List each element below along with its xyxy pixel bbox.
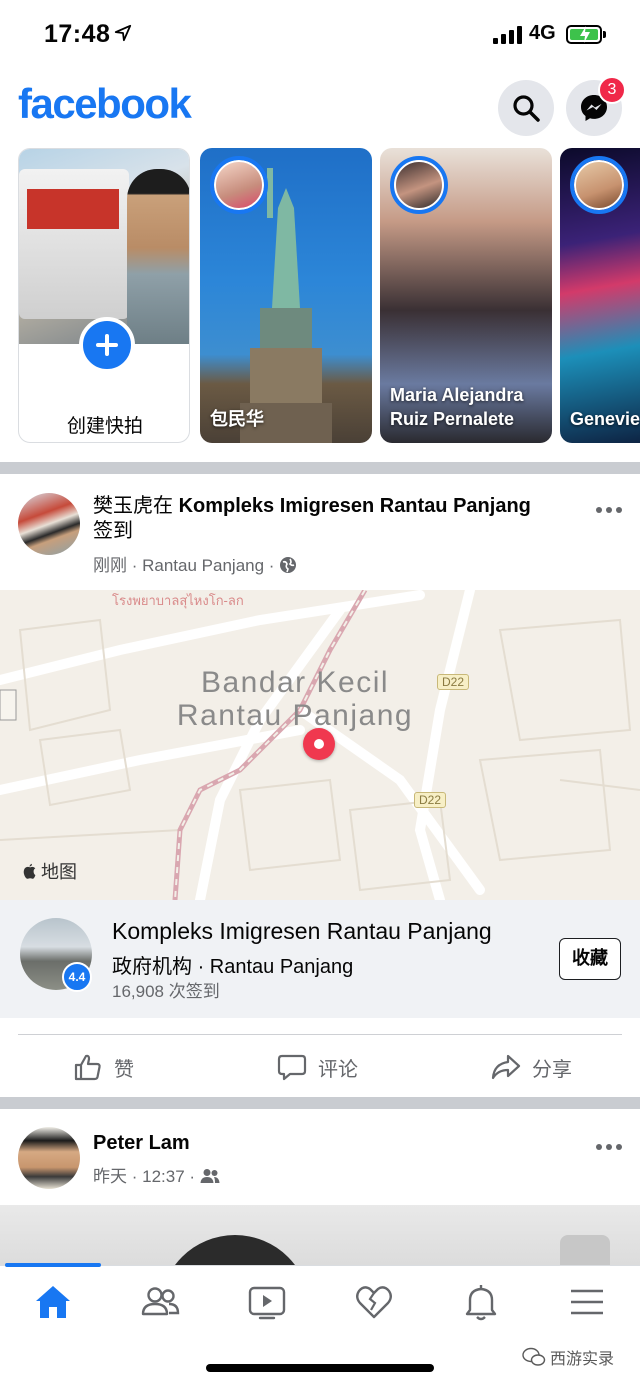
wechat-icon (522, 1347, 546, 1366)
share-icon (491, 1054, 521, 1080)
comment-label: 评论 (318, 1058, 358, 1081)
map-pin-icon (303, 728, 335, 760)
comment-icon (277, 1054, 307, 1081)
globe-icon (280, 557, 297, 573)
story-name: Maria Alejandra Ruiz Pernalete (390, 385, 524, 429)
signal-icon (493, 26, 523, 44)
post-actions-divider (18, 1034, 622, 1035)
tab-dating[interactable] (344, 1280, 404, 1330)
home-icon (36, 1286, 70, 1318)
facebook-logo[interactable]: facebook (18, 80, 192, 128)
feed-divider (0, 1097, 640, 1109)
post-actions: 赞 评论 分享 (0, 1040, 640, 1095)
like-label: 赞 (114, 1058, 134, 1081)
comment-button[interactable]: 评论 (276, 1050, 358, 1084)
stories-tray: 创建快拍 包民华 Maria Alejandra Ruiz Pernalete … (0, 148, 640, 448)
story-name: 包民华 (210, 409, 264, 429)
thumbs-up-icon (74, 1054, 101, 1081)
tab-friends[interactable] (130, 1280, 190, 1330)
tab-menu[interactable] (557, 1280, 617, 1330)
story-avatar (570, 156, 628, 214)
watermark: 西游实录 (522, 1345, 614, 1369)
tab-active-indicator (5, 1263, 101, 1267)
story-card[interactable]: Maria Alejandra Ruiz Pernalete (380, 148, 552, 443)
friends-icon (141, 1287, 180, 1316)
post-author-avatar[interactable] (18, 1127, 80, 1189)
video-icon (248, 1286, 286, 1320)
map-attribution-text: 地图 (41, 862, 78, 882)
post-more-button[interactable] (596, 1142, 626, 1152)
post-meta: 昨天 · 12:37 · (93, 1162, 220, 1187)
story-name: Genevie Capcap (570, 409, 640, 429)
post-action-text: 签到 (93, 520, 133, 542)
post-time[interactable]: 刚刚 (93, 556, 127, 575)
tab-home[interactable] (23, 1280, 83, 1330)
place-location: Rantau Panjang (209, 956, 354, 978)
network-label: 4G (529, 22, 556, 44)
create-story-card[interactable]: 创建快拍 (18, 148, 190, 443)
post-place-link[interactable]: Kompleks Imigresen Rantau Panjang (179, 495, 531, 517)
status-bar: 17:48 4G (0, 0, 640, 70)
battery-cap (603, 31, 606, 38)
battery-icon (566, 25, 602, 44)
map-poi-label: โรงพยาบาลสุไหงโก-ลก (112, 593, 244, 608)
create-story-photo (19, 149, 189, 344)
like-button[interactable]: 赞 (72, 1050, 134, 1084)
share-label: 分享 (532, 1058, 572, 1081)
post-author-name[interactable]: Peter Lam (93, 1131, 190, 1156)
home-indicator[interactable] (206, 1364, 434, 1372)
post-author-avatar[interactable] (18, 493, 80, 555)
search-button[interactable] (498, 80, 554, 136)
search-icon (513, 95, 540, 122)
messenger-badge: 3 (598, 76, 626, 104)
share-button[interactable]: 分享 (490, 1050, 572, 1084)
post-title: 樊玉虎在 Kompleks Imigresen Rantau Panjang 签… (93, 494, 531, 544)
story-card[interactable]: 包民华 (200, 148, 372, 443)
rating-badge: 4.4 (62, 962, 92, 992)
tab-watch[interactable] (237, 1280, 297, 1330)
friends-icon (200, 1169, 220, 1183)
post-author-name[interactable]: 樊玉虎在 (93, 495, 173, 517)
post-image[interactable] (0, 1205, 640, 1265)
add-story-icon[interactable] (79, 317, 135, 373)
story-avatar (390, 156, 448, 214)
story-avatar (210, 156, 268, 214)
watermark-text: 西游实录 (550, 1351, 615, 1368)
place-category: 政府机构 (112, 956, 192, 978)
post-more-button[interactable] (596, 505, 626, 515)
place-card[interactable]: Kompleks Imigresen Rantau Panjang 政府机构 ·… (0, 900, 640, 1018)
app-header: facebook (0, 70, 640, 148)
post-location[interactable]: Rantau Panjang (142, 556, 264, 575)
bell-icon (465, 1285, 497, 1321)
story-card[interactable]: Genevie Capcap (560, 148, 640, 443)
map-attribution: 地图 (22, 858, 77, 884)
status-time: 17:48 (44, 20, 111, 48)
location-arrow-icon (114, 24, 132, 42)
heart-icon (356, 1286, 392, 1319)
tab-notifications[interactable] (451, 1280, 511, 1330)
place-checkins: 16,908 次签到 (112, 982, 220, 1001)
menu-icon (571, 1289, 603, 1315)
save-button[interactable]: 收藏 (559, 938, 621, 980)
create-story-label: 创建快拍 (66, 416, 143, 437)
post-date[interactable]: 昨天 (93, 1167, 127, 1186)
feed-divider (0, 462, 640, 474)
post-time[interactable]: 12:37 (142, 1167, 185, 1186)
map-road-label: D22 (437, 674, 470, 690)
place-name[interactable]: Kompleks Imigresen Rantau Panjang (112, 918, 492, 945)
map-view[interactable]: โรงพยาบาลสุไหงโก-ลก Bandar Kecil Rantau … (0, 590, 640, 900)
post-meta: 刚刚 · Rantau Panjang · (93, 551, 297, 576)
place-subtitle: 政府机构 · Rantau Panjang (112, 956, 354, 978)
apple-icon (23, 863, 36, 879)
map-city-label: Bandar Kecil Rantau Panjang (176, 666, 414, 732)
map-road-label: D22 (414, 792, 447, 808)
